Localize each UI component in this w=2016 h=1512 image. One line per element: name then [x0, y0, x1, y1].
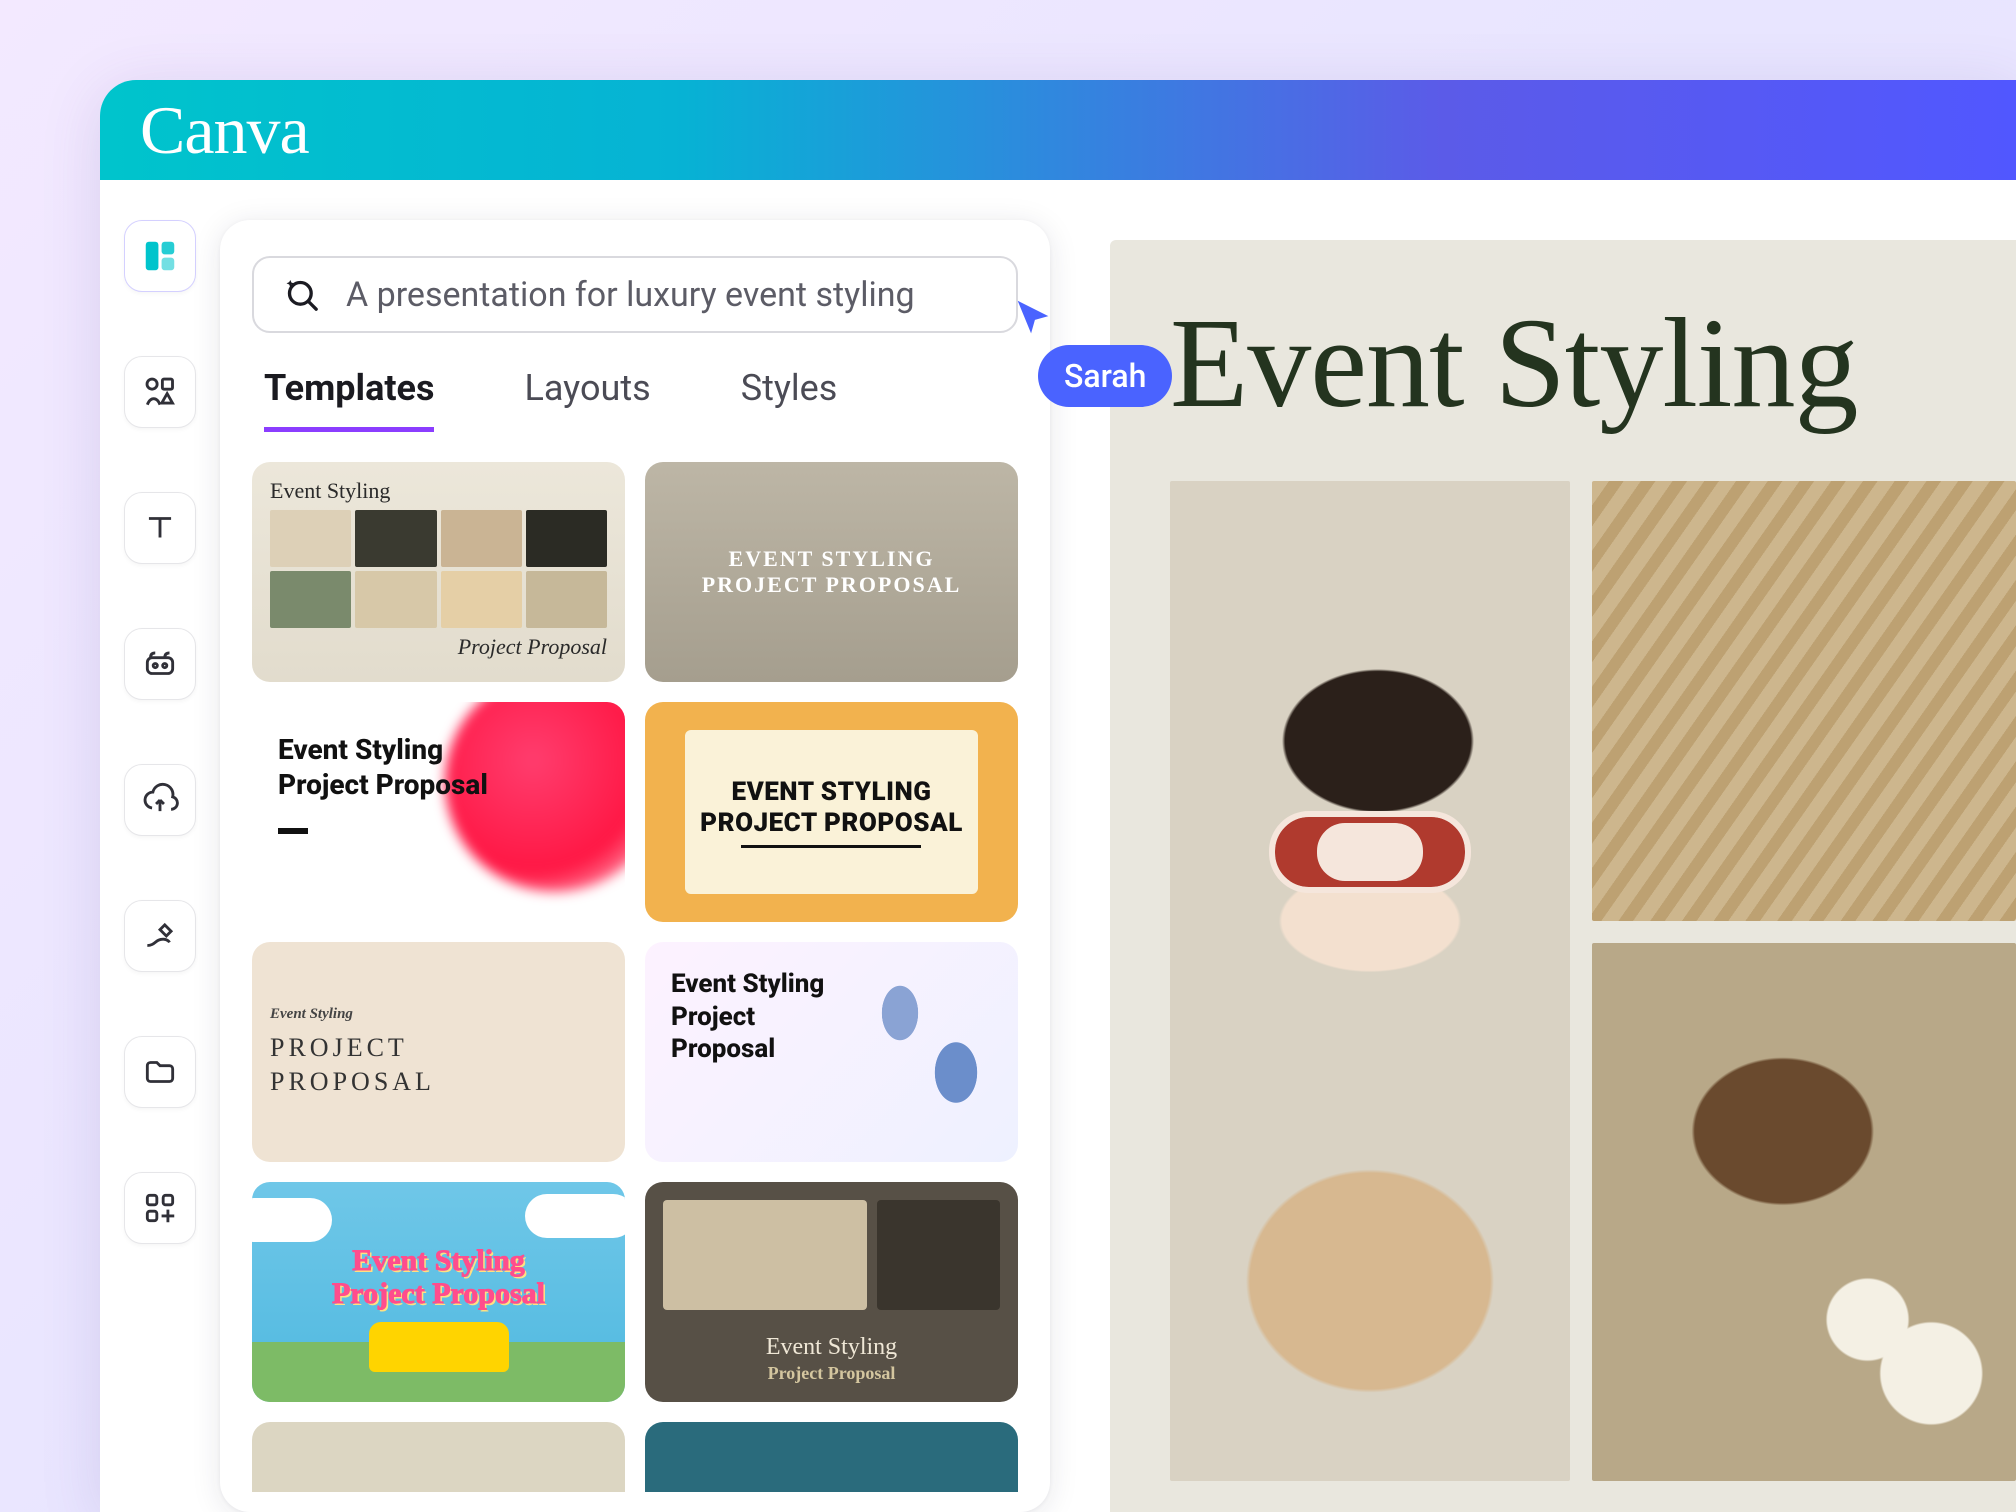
brand-icon[interactable]: [124, 628, 196, 700]
template-big: PROJECTPROPOSAL: [270, 1031, 421, 1099]
templates-grid: Event Styling Project Proposal EVENT STY…: [252, 462, 1018, 1492]
page-image[interactable]: [1170, 481, 1570, 1481]
template-card[interactable]: [252, 1422, 625, 1492]
text-icon[interactable]: [124, 492, 196, 564]
page-image[interactable]: [1592, 943, 2016, 1481]
uploads-icon[interactable]: [124, 764, 196, 836]
collaborator-cursor: Sarah: [1010, 295, 1172, 407]
search-input[interactable]: A presentation for luxury event styling: [252, 256, 1018, 333]
template-line: Project Proposal: [768, 1363, 896, 1384]
templates-panel-wrap: A presentation for luxury event styling …: [220, 180, 1070, 1512]
titlebar: Canva: [100, 80, 2016, 180]
page-image-grid: [1170, 481, 2016, 1481]
apps-icon[interactable]: [124, 1172, 196, 1244]
tab-styles[interactable]: Styles: [741, 367, 838, 432]
panel-tabs: Templates Layouts Styles: [252, 333, 1018, 432]
template-line: PROJECT PROPOSAL: [702, 572, 962, 598]
template-card[interactable]: EVENT STYLINGPROJECT PROPOSAL: [645, 702, 1018, 922]
app-window: Canva: [100, 80, 2016, 1512]
elements-icon[interactable]: [124, 356, 196, 428]
projects-icon[interactable]: [124, 1036, 196, 1108]
template-line: EVENT STYLING: [729, 546, 935, 572]
template-title: EVENT STYLINGPROJECT PROPOSAL: [700, 777, 963, 848]
search-value: A presentation for luxury event styling: [346, 275, 915, 315]
template-card[interactable]: [645, 1422, 1018, 1492]
template-card[interactable]: Event Styling Project Proposal: [645, 1182, 1018, 1402]
templates-panel: A presentation for luxury event styling …: [220, 220, 1050, 1512]
template-title: Event Styling: [270, 478, 607, 504]
workspace: A presentation for luxury event styling …: [100, 180, 2016, 1512]
page-title[interactable]: Event Styling: [1170, 290, 2016, 437]
collaborator-name-badge: Sarah: [1038, 345, 1172, 407]
side-rail: [100, 180, 220, 1512]
magic-search-icon: [282, 275, 322, 315]
template-title: Event StylingProject Proposal: [332, 1244, 545, 1310]
draw-icon[interactable]: [124, 900, 196, 972]
tab-templates[interactable]: Templates: [264, 367, 434, 432]
template-card[interactable]: Event StylingProject Proposal: [252, 1182, 625, 1402]
design-icon[interactable]: [124, 220, 196, 292]
design-page[interactable]: Event Styling: [1110, 240, 2016, 1512]
tab-layouts[interactable]: Layouts: [524, 367, 650, 432]
canvas-area[interactable]: Event Styling: [1070, 180, 2016, 1512]
page-image[interactable]: [1592, 481, 2016, 921]
template-title: Event StylingProjectProposal: [671, 968, 992, 1066]
template-card[interactable]: Event StylingProjectProposal: [645, 942, 1018, 1162]
brand-logo: Canva: [140, 91, 309, 170]
template-card[interactable]: Event Styling Project Proposal: [252, 462, 625, 682]
cursor-icon: [1010, 295, 1056, 341]
template-title: Event StylingProject Proposal: [278, 732, 599, 802]
template-line: Event Styling: [766, 1334, 897, 1361]
template-subtitle: Project Proposal: [270, 634, 607, 660]
template-card[interactable]: EVENT STYLING PROJECT PROPOSAL: [645, 462, 1018, 682]
template-card[interactable]: Event StylingProject Proposal: [252, 702, 625, 922]
template-card[interactable]: Event Styling PROJECTPROPOSAL: [252, 942, 625, 1162]
template-small: Event Styling: [270, 1006, 421, 1023]
